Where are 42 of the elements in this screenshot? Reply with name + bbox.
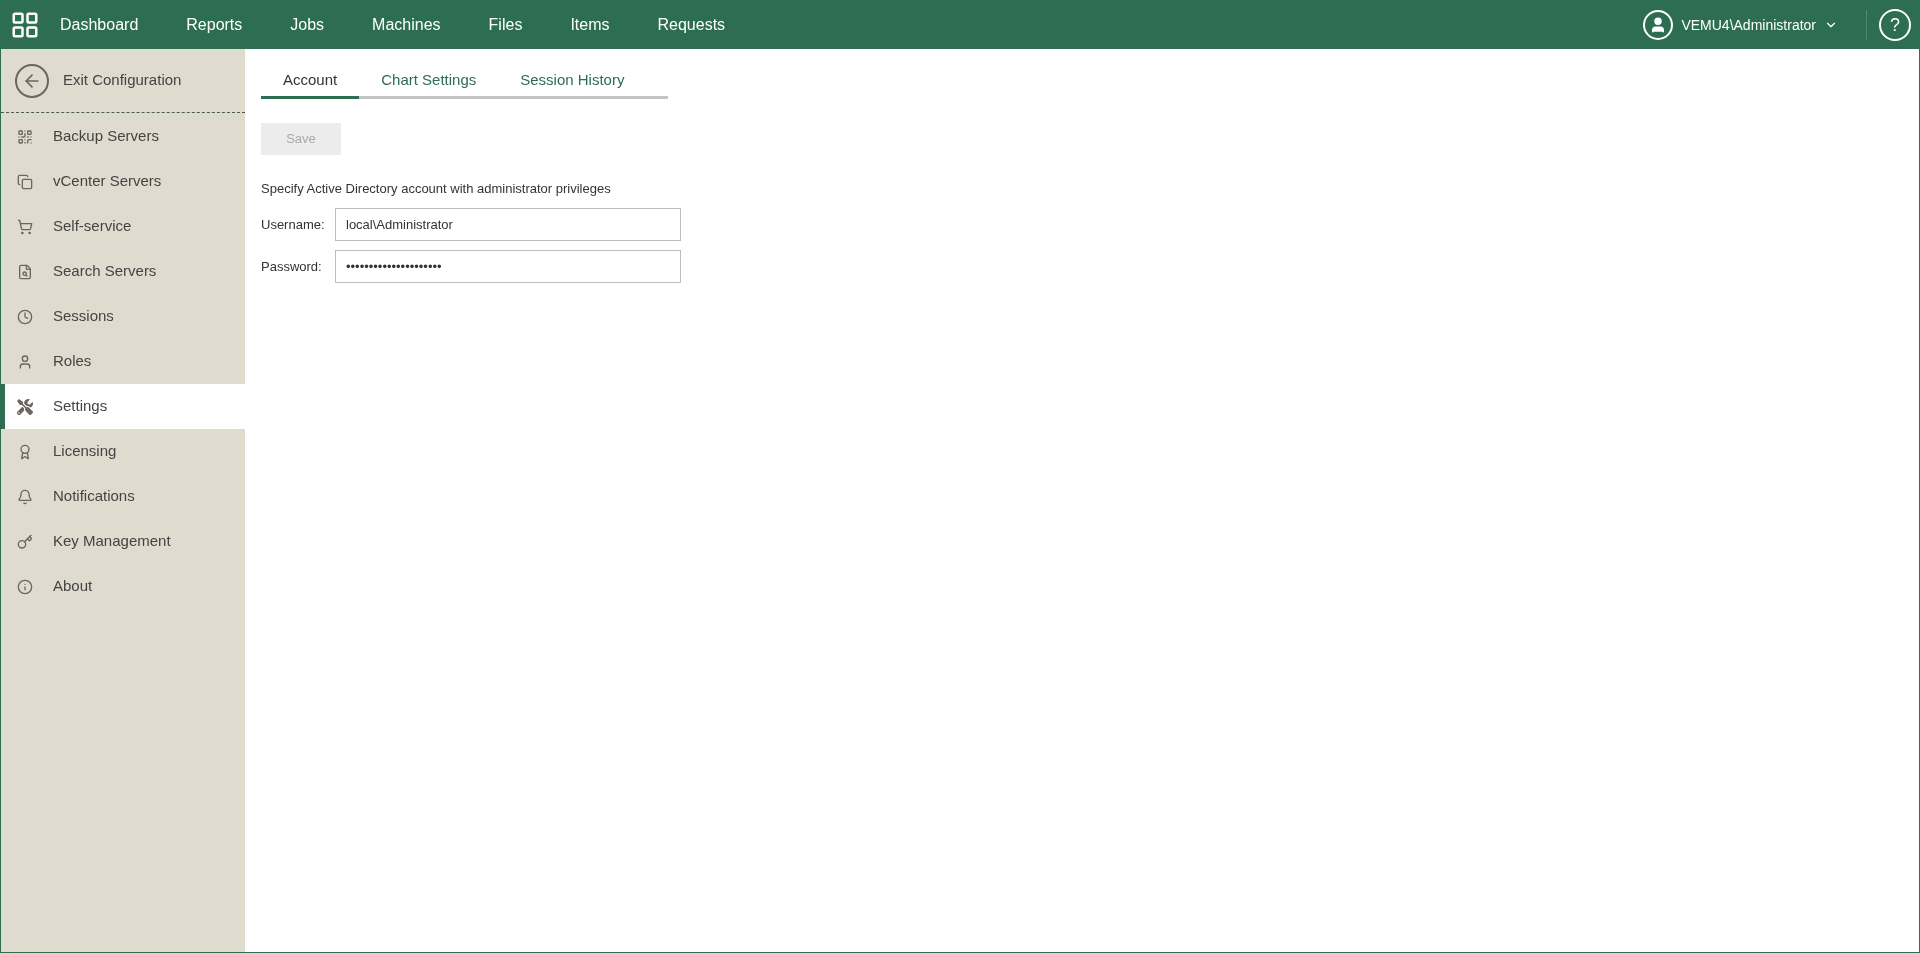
- tab[interactable]: Account: [261, 69, 360, 99]
- sidebar-item[interactable]: Settings: [1, 384, 245, 429]
- cart-icon: [17, 218, 33, 235]
- grid-icon: [17, 128, 33, 145]
- sidebar-item[interactable]: Search Servers: [1, 249, 245, 294]
- input-field[interactable]: local\Administrator: [335, 208, 681, 241]
- sidebar-item[interactable]: Backup Servers: [1, 114, 245, 159]
- ribbon-icon: [17, 443, 33, 460]
- nav-link[interactable]: Jobs: [290, 13, 325, 37]
- tools-icon: [17, 398, 33, 415]
- nav-link[interactable]: Reports: [186, 13, 243, 37]
- nav-link[interactable]: Dashboard: [60, 13, 139, 37]
- nav-link[interactable]: Machines: [372, 13, 441, 37]
- bell-icon: [17, 488, 33, 505]
- file-search-icon: [17, 263, 33, 280]
- field-label: Password:: [261, 257, 323, 276]
- field-label: Username:: [261, 215, 326, 234]
- tab[interactable]: Session History: [498, 69, 647, 99]
- exit-configuration-button[interactable]: Exit Configuration: [1, 49, 245, 113]
- clock-icon: [17, 308, 33, 325]
- sidebar-item[interactable]: Key Management: [1, 519, 245, 564]
- sidebar-item[interactable]: Notifications: [1, 474, 245, 519]
- help-button[interactable]: ?: [1879, 9, 1911, 41]
- person-icon: [17, 353, 33, 370]
- nav-link[interactable]: Items: [570, 13, 610, 37]
- sidebar-item[interactable]: Licensing: [1, 429, 245, 474]
- tab[interactable]: Chart Settings: [359, 69, 499, 99]
- logo-icon[interactable]: [10, 10, 40, 40]
- user-menu[interactable]: VEMU4\Administrator: [1643, 10, 1854, 40]
- input-field[interactable]: •••••••••••••••••••••: [335, 250, 681, 283]
- sidebar-item[interactable]: Sessions: [1, 294, 245, 339]
- sidebar-item[interactable]: About: [1, 564, 245, 609]
- sidebar-item[interactable]: Self-service: [1, 204, 245, 249]
- description-text: Specify Active Directory account with administrator privileges: [261, 179, 612, 198]
- nav-link[interactable]: Files: [488, 13, 523, 37]
- sidebar-item[interactable]: Roles: [1, 339, 245, 384]
- sidebar-item[interactable]: vCenter Servers: [1, 159, 245, 204]
- user-avatar-icon: [1643, 10, 1674, 40]
- squares-icon: [17, 173, 33, 190]
- key-icon: [17, 533, 33, 550]
- nav-link[interactable]: Requests: [657, 13, 726, 37]
- info-icon: [17, 578, 33, 595]
